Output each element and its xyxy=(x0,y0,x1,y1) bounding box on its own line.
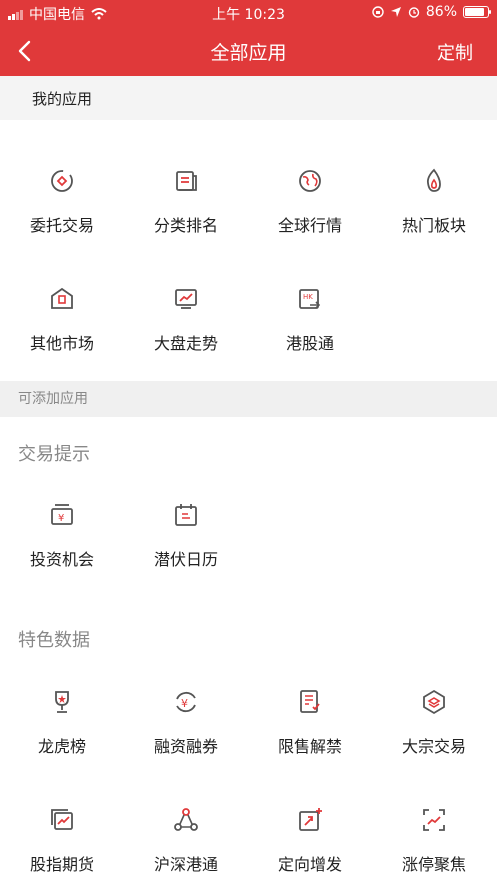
page-title: 全部应用 xyxy=(210,42,287,64)
addable-apps-header: 可添加应用 xyxy=(0,381,497,417)
hk-icon: HK xyxy=(299,289,321,309)
addable-app-tile[interactable]: ¥ 融资融券 xyxy=(124,687,248,757)
app-tile-label: 投资机会 xyxy=(29,550,94,569)
futures-icon xyxy=(51,809,73,830)
connect-icon xyxy=(174,808,198,831)
addable-app-tile[interactable]: 涨停聚焦 xyxy=(372,805,496,875)
app-tile-label: 定向增发 xyxy=(277,855,342,874)
opportunity-icon: ¥ xyxy=(51,504,73,525)
customize-button[interactable]: 定制 xyxy=(437,39,473,65)
app-tile-label: 股指期货 xyxy=(29,855,94,874)
battery-percent: 86% xyxy=(425,4,457,20)
addable-app-tile[interactable]: 股指期货 xyxy=(0,805,124,875)
location-icon xyxy=(390,7,401,17)
app-tile-label: 委托交易 xyxy=(29,216,94,235)
market-icon xyxy=(51,287,73,309)
svg-text:¥: ¥ xyxy=(181,697,188,710)
navigation-bar: 全部应用 定制 xyxy=(0,26,497,76)
app-tile-label: 港股通 xyxy=(285,334,334,353)
globe-icon xyxy=(299,170,321,192)
battery-icon xyxy=(463,6,491,18)
app-tile-label: 全球行情 xyxy=(277,216,342,235)
my-apps-header: 我的应用 xyxy=(0,76,497,120)
my-app-tile[interactable]: 热门板块 xyxy=(372,166,496,236)
app-tile-label: 其他市场 xyxy=(29,334,94,353)
status-bar: 中国电信 上午 10:23 86% xyxy=(0,0,497,26)
app-tile-label: 限售解禁 xyxy=(277,737,342,756)
addable-app-tile[interactable]: 限售解禁 xyxy=(248,687,372,757)
app-tile-label: 融资融券 xyxy=(153,737,218,756)
addable-app-tile[interactable]: 定向增发 xyxy=(248,805,372,875)
app-tile-label: 大宗交易 xyxy=(401,737,466,756)
rotation-lock-icon xyxy=(372,6,384,18)
trophy-icon xyxy=(55,691,69,713)
my-app-tile[interactable]: 委托交易 xyxy=(0,166,124,236)
app-tile-label: 沪深港通 xyxy=(153,855,218,874)
trend-icon xyxy=(175,289,197,309)
my-app-tile[interactable]: HK 港股通 xyxy=(248,284,372,354)
flame-icon xyxy=(426,168,441,192)
calendar-icon xyxy=(175,504,197,526)
trade-icon xyxy=(51,170,73,192)
addable-app-tile[interactable]: 大宗交易 xyxy=(372,687,496,757)
my-app-tile[interactable]: 分类排名 xyxy=(124,166,248,236)
app-tile-label: 分类排名 xyxy=(153,216,218,235)
block-trade-icon xyxy=(423,689,445,715)
svg-text:¥: ¥ xyxy=(58,513,64,524)
addable-app-tile[interactable]: 潜伏日历 xyxy=(124,500,248,570)
my-app-tile[interactable]: 全球行情 xyxy=(248,166,372,236)
limit-up-icon xyxy=(423,809,445,831)
margin-icon: ¥ xyxy=(176,691,196,713)
group-title-trade-tips: 交易提示 xyxy=(18,444,90,465)
app-tile-label: 涨停聚焦 xyxy=(401,855,466,874)
alarm-icon xyxy=(408,7,420,18)
my-app-tile[interactable]: 其他市场 xyxy=(0,284,124,354)
app-tile-label: 龙虎榜 xyxy=(37,737,86,756)
addable-app-tile[interactable]: 沪深港通 xyxy=(124,805,248,875)
my-app-tile[interactable]: 大盘走势 xyxy=(124,284,248,354)
ranking-icon xyxy=(176,171,197,191)
placement-icon xyxy=(299,808,322,831)
svg-text:HK: HK xyxy=(303,293,313,301)
app-tile-label: 潜伏日历 xyxy=(153,550,218,569)
group-title-featured-data: 特色数据 xyxy=(18,630,90,651)
unlock-icon xyxy=(300,690,320,713)
addable-app-tile[interactable]: 龙虎榜 xyxy=(0,687,124,757)
app-tile-label: 大盘走势 xyxy=(153,334,218,353)
app-tile-label: 热门板块 xyxy=(401,216,466,235)
addable-app-tile[interactable]: ¥ 投资机会 xyxy=(0,500,124,570)
